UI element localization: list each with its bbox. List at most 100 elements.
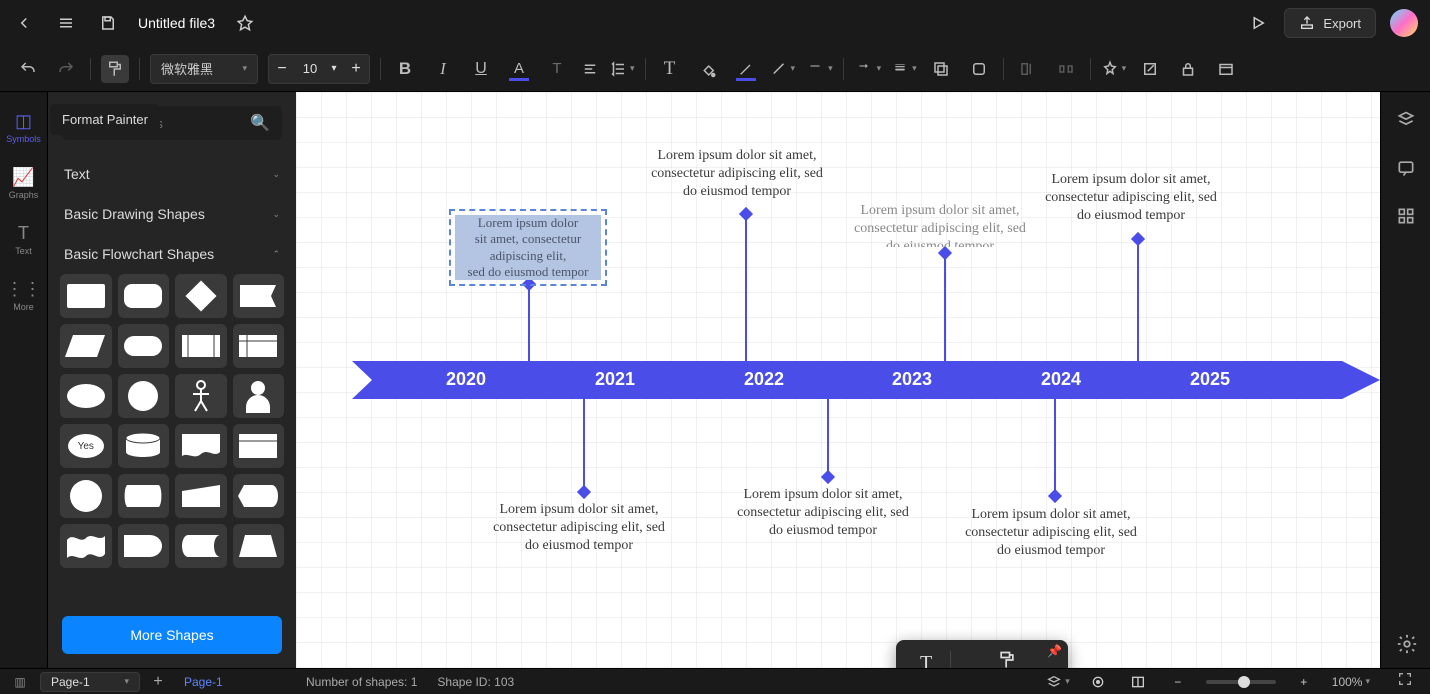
shape-decision-yes[interactable]: Yes	[60, 424, 112, 468]
shape-tape[interactable]	[60, 524, 112, 568]
fill-color-button[interactable]	[694, 55, 722, 83]
more-shapes-button[interactable]: More Shapes	[62, 616, 282, 654]
float-format-painter-button[interactable]: Format Painter ⤢	[951, 646, 1062, 668]
redo-button[interactable]	[52, 55, 80, 83]
lock-button[interactable]	[1174, 55, 1202, 83]
grid-panel-icon[interactable]	[1394, 204, 1418, 228]
rail-text[interactable]: T Text	[3, 214, 45, 264]
layers-dropdown[interactable]: ▾	[1046, 674, 1070, 690]
callout-text[interactable]: Lorem ipsum dolor sit amet, consectetur …	[961, 506, 1141, 561]
shape-direct-data[interactable]	[118, 474, 170, 518]
shape-ellipse[interactable]	[60, 374, 112, 418]
canvas-area[interactable]: 2020 2021 2022 2023 2024 2025 Lorem ipsu…	[296, 92, 1380, 668]
add-page-button[interactable]: +	[148, 673, 168, 691]
page-view-icon[interactable]	[1126, 670, 1150, 694]
zoom-out-button[interactable]: −	[1166, 670, 1190, 694]
rounded-button[interactable]	[965, 55, 993, 83]
shape-terminator[interactable]	[118, 324, 170, 368]
shape-display[interactable]	[233, 474, 285, 518]
callout-text[interactable]: Lorem ipsum dolor sit amet, consectetur …	[850, 202, 1030, 247]
container-button[interactable]	[1212, 55, 1240, 83]
separator	[90, 58, 91, 80]
back-button[interactable]	[12, 11, 36, 35]
shape-predefined[interactable]	[175, 324, 227, 368]
rail-graphs[interactable]: 📈 Graphs	[3, 158, 45, 208]
category-text[interactable]: Text ⌄	[48, 154, 296, 194]
align-objects-button[interactable]	[1014, 55, 1042, 83]
shapes-panel: 🔍 Text ⌄ Basic Drawing Shapes ⌄ Basic Fl…	[48, 92, 296, 668]
page-tab[interactable]: Page-1	[176, 675, 231, 689]
shape-circle[interactable]	[118, 374, 170, 418]
shape-manual-input[interactable]	[175, 474, 227, 518]
callout-text[interactable]: Lorem ipsum dolor sit amet, consectetur …	[647, 147, 827, 202]
separator	[843, 58, 844, 80]
settings-icon[interactable]	[1396, 633, 1418, 660]
zoom-in-button[interactable]: +	[1292, 670, 1316, 694]
font-family-select[interactable]: 微软雅黑 ▾	[150, 54, 258, 84]
callout-text[interactable]: Lorem ipsum dolor sit amet, consectetur …	[489, 501, 669, 556]
shape-trapezoid[interactable]	[233, 524, 285, 568]
shadow-button[interactable]	[927, 55, 955, 83]
selected-text-box[interactable]: Lorem ipsum dolor sit amet, consectetur …	[449, 209, 607, 286]
underline-button[interactable]: U	[467, 55, 495, 83]
font-color-button[interactable]: A	[505, 55, 533, 83]
shape-delay[interactable]	[118, 524, 170, 568]
edit-button[interactable]	[1136, 55, 1164, 83]
line-color-button[interactable]	[732, 55, 760, 83]
connector-style-button[interactable]: ▾	[770, 60, 796, 78]
italic-button[interactable]: I	[429, 55, 457, 83]
clear-format-button[interactable]: T	[543, 55, 571, 83]
chevron-down-icon: ▾	[242, 63, 247, 74]
play-icon[interactable]	[1246, 11, 1270, 35]
align-button[interactable]	[581, 60, 599, 78]
shape-person[interactable]	[175, 374, 227, 418]
callout-text[interactable]: Lorem ipsum dolor sit amet, consectetur …	[733, 486, 913, 550]
line-spacing-button[interactable]: ▾	[609, 60, 635, 78]
shape-rectangle[interactable]	[60, 274, 112, 318]
pin-icon[interactable]: 📌	[1047, 644, 1062, 658]
effects-button[interactable]: ▾	[1101, 60, 1127, 78]
category-basic-flowchart[interactable]: Basic Flowchart Shapes ⌃	[48, 234, 296, 274]
zoom-slider[interactable]	[1206, 680, 1276, 684]
shape-user[interactable]	[233, 374, 285, 418]
distribute-button[interactable]	[1052, 55, 1080, 83]
line-weight-button[interactable]: ▾	[891, 62, 917, 76]
comments-panel-icon[interactable]	[1394, 156, 1418, 180]
shape-stored-data[interactable]	[175, 524, 227, 568]
rail-more[interactable]: ⋮⋮ More	[3, 270, 45, 320]
zoom-value[interactable]: 100% ▾	[1332, 675, 1370, 689]
callout-text[interactable]: Lorem ipsum dolor sit amet, consectetur …	[1041, 171, 1221, 236]
shape-document[interactable]	[175, 424, 227, 468]
page-select[interactable]: Page-1 ▾	[40, 672, 140, 692]
increase-font-button[interactable]: +	[343, 55, 369, 83]
shape-internal-storage[interactable]	[233, 324, 285, 368]
menu-icon[interactable]	[54, 11, 78, 35]
avatar[interactable]	[1390, 9, 1418, 37]
format-painter-button[interactable]	[101, 55, 129, 83]
line-style-button[interactable]: ▾	[805, 63, 833, 75]
undo-button[interactable]	[14, 55, 42, 83]
save-icon[interactable]	[96, 11, 120, 35]
fit-screen-icon[interactable]	[1086, 670, 1110, 694]
shape-parallelogram[interactable]	[60, 324, 112, 368]
float-text-button[interactable]: T Text	[902, 648, 950, 669]
bold-button[interactable]: B	[391, 55, 419, 83]
fullscreen-icon[interactable]	[1397, 671, 1413, 692]
rail-symbols[interactable]: ◫ Symbols	[3, 102, 45, 152]
style-panel-icon[interactable]	[1394, 108, 1418, 132]
shape-diamond[interactable]	[175, 274, 227, 318]
decrease-font-button[interactable]: −	[269, 55, 295, 83]
arrow-start-button[interactable]: ▾	[854, 63, 882, 75]
category-basic-drawing[interactable]: Basic Drawing Shapes ⌄	[48, 194, 296, 234]
shape-database[interactable]	[118, 424, 170, 468]
pages-list-icon[interactable]: ▥	[8, 670, 32, 694]
font-size-chevron[interactable]: ▾	[325, 63, 343, 74]
star-icon[interactable]	[233, 11, 257, 35]
shape-connector-circle[interactable]	[60, 474, 112, 518]
font-size-value[interactable]: 10	[295, 61, 325, 76]
export-button[interactable]: Export	[1284, 8, 1376, 38]
text-tool-button[interactable]: T	[656, 55, 684, 83]
shape-rounded-rect[interactable]	[118, 274, 170, 318]
shape-flag[interactable]	[233, 274, 285, 318]
shape-card[interactable]	[233, 424, 285, 468]
